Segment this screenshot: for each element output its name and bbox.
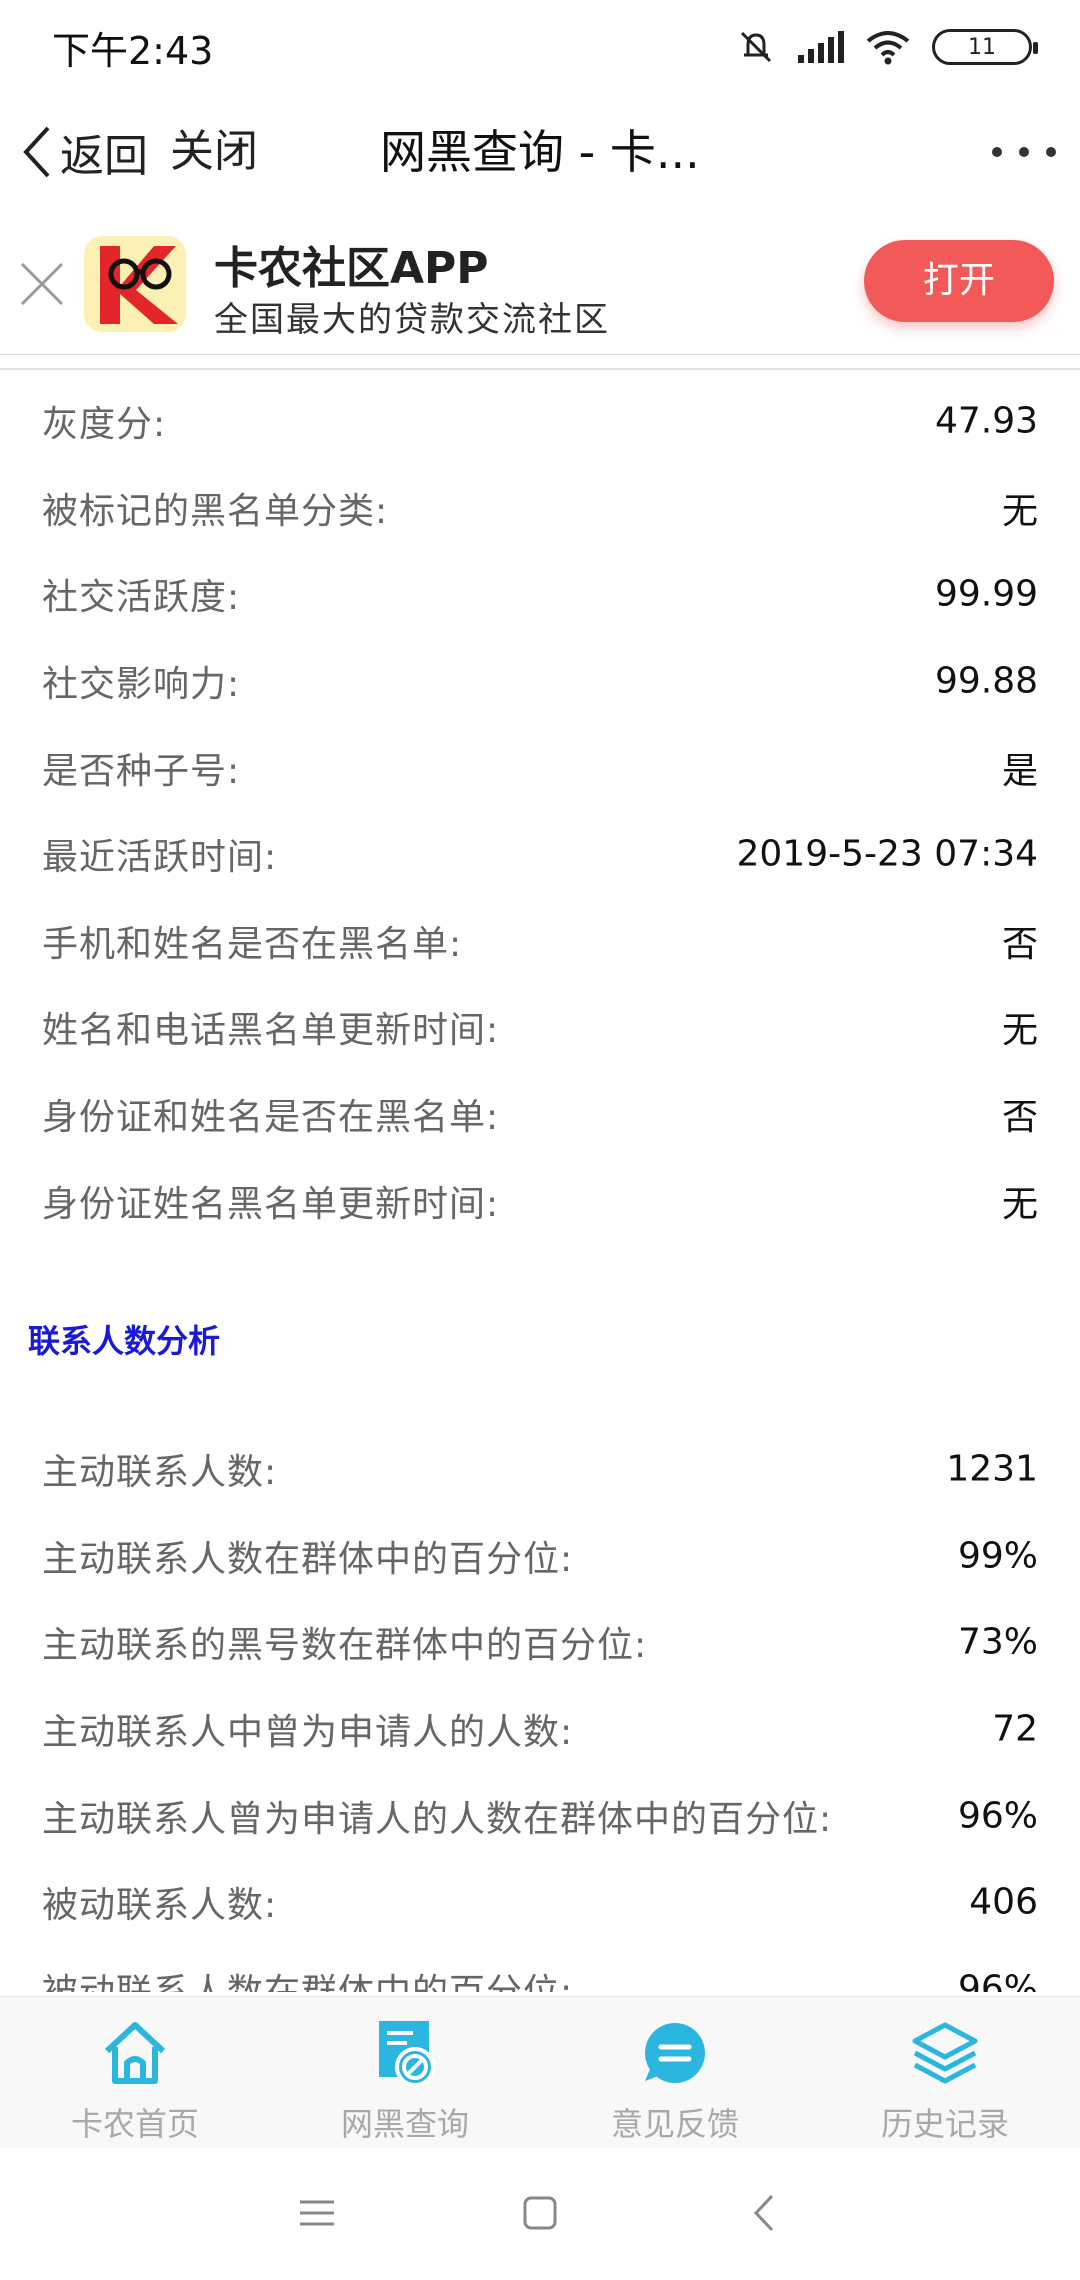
info-value: 406 [969,1881,1038,1923]
feedback-icon [645,2023,705,2083]
mute-icon [740,31,772,63]
nav-bar: 返回 关闭 网黑查询 - 卡... [0,92,1080,215]
app-banner: 卡农社区APP 全国最大的贷款交流社区 打开 [0,214,1080,355]
info-label: 被动联系人数在群体中的百分位: [42,1963,573,1992]
tab-label: 历史记录 [880,2105,1009,2143]
info-value: 1231 [946,1448,1038,1490]
info-value: 否 [1001,923,1038,965]
info-row: 是否种子号: 是 [0,724,1080,811]
signal-icon [798,31,844,63]
open-app-button[interactable]: 打开 [864,240,1054,322]
info-value: 99.88 [934,660,1038,702]
divider [0,368,1080,370]
bottom-tab-bar: 卡农首页 网黑查询 意见反馈 历史记录 [0,1996,1080,2149]
contact-list: 主动联系人数: 1231 主动联系人数在群体中的百分位: 99% 主动联系的黑号数在… [0,1426,1080,1992]
layers-icon [912,2022,978,2084]
info-label: 被标记的黑名单分类: [42,490,389,532]
info-label: 灰度分: [42,404,167,446]
wifi-icon [866,31,910,65]
info-row: 被标记的黑名单分类: 无 [0,465,1080,552]
tab-history[interactable]: 历史记录 [810,1997,1080,2149]
info-row: 主动联系人曾为申请人的人数在群体中的百分位: 96% [0,1772,1080,1859]
info-value: 2019-5-23 07:34 [736,833,1039,875]
info-row: 主动联系人中曾为申请人的人数: 72 [0,1686,1080,1773]
battery-indicator: 11 [932,29,1038,65]
tab-home[interactable]: 卡农首页 [0,1997,270,2149]
info-row: 被动联系人数: 406 [0,1859,1080,1946]
info-row: 手机和姓名是否在黑名单: 否 [0,898,1080,985]
info-row: 社交活跃度: 99.99 [0,551,1080,638]
section-title: 联系人数分析 [28,1322,221,1360]
info-row: 主动联系的黑号数在群体中的百分位: 73% [0,1599,1080,1686]
back-button[interactable]: 返回 [18,120,148,184]
info-value: 99% [957,1535,1038,1577]
info-label: 身份证姓名黑名单更新时间: [42,1183,500,1225]
dot-icon [992,147,1002,157]
info-label: 主动联系的黑号数在群体中的百分位: [42,1625,648,1667]
status-bar: 下午2:43 11 [0,0,1080,92]
info-row: 主动联系人数: 1231 [0,1426,1080,1513]
more-options-button[interactable] [992,132,1056,172]
home-icon [104,2022,166,2084]
info-label: 身份证和姓名是否在黑名单: [42,1097,500,1139]
info-row: 主动联系人数在群体中的百分位: 99% [0,1513,1080,1600]
tab-feedback[interactable]: 意见反馈 [540,1997,810,2149]
info-row: 社交影响力: 99.88 [0,638,1080,725]
info-value: 无 [1001,490,1038,532]
battery-level: 11 [968,34,996,60]
info-value: 99.99 [934,573,1038,615]
close-button[interactable]: 关闭 [170,120,258,184]
tab-label: 卡农首页 [70,2105,199,2143]
info-label: 主动联系人中曾为申请人的人数: [42,1712,574,1754]
app-name: 卡农社区APP [214,243,489,294]
info-label: 是否种子号: [42,750,241,792]
menu-icon[interactable] [292,2188,342,2238]
info-label: 主动联系人曾为申请人的人数在群体中的百分位: [42,1798,833,1840]
dot-icon [1019,147,1029,157]
info-row: 最近活跃时间: 2019-5-23 07:34 [0,811,1080,898]
info-value: 否 [1001,1097,1038,1139]
chevron-left-icon [23,126,50,178]
info-list: 灰度分: 47.93 被标记的黑名单分类: 无 社交活跃度: 99.99 社交影响力:… [0,378,1080,1244]
close-icon[interactable] [16,258,68,310]
info-value: 无 [1001,1010,1038,1052]
back-label: 返回 [60,131,148,182]
info-label: 社交影响力: [42,664,241,706]
tab-label: 网黑查询 [340,2105,469,2143]
info-value: 是 [1001,750,1038,792]
info-value: 96% [957,1968,1038,1992]
dot-icon [1046,147,1056,157]
system-nav-bar [0,2148,1080,2280]
app-logo [84,236,186,332]
result-content[interactable]: 灰度分: 47.93 被标记的黑名单分类: 无 社交活跃度: 99.99 社交影响力:… [0,372,1080,1992]
info-label: 主动联系人数在群体中的百分位: [42,1538,574,1580]
info-value: 47.93 [934,400,1038,442]
info-label: 社交活跃度: [42,577,241,619]
info-value: 96% [957,1795,1038,1837]
info-label: 主动联系人数: [42,1452,278,1494]
info-value: 无 [1001,1183,1038,1225]
info-label: 最近活跃时间: [42,837,278,879]
info-row: 被动联系人数在群体中的百分位: 96% [0,1946,1080,1992]
tab-query[interactable]: 网黑查询 [270,1997,540,2149]
query-icon [379,2021,435,2087]
info-label: 被动联系人数: [42,1885,278,1927]
back-icon[interactable] [740,2188,790,2238]
info-label: 手机和姓名是否在黑名单: [42,923,463,965]
home-button-icon[interactable] [515,2188,565,2238]
app-description: 全国最大的贷款交流社区 [214,300,610,340]
status-icons: 11 [736,22,1038,72]
info-row: 姓名和电话黑名单更新时间: 无 [0,984,1080,1071]
info-row: 身份证姓名黑名单更新时间: 无 [0,1157,1080,1244]
info-row: 灰度分: 47.93 [0,378,1080,465]
info-value: 72 [992,1708,1038,1750]
info-label: 姓名和电话黑名单更新时间: [42,1010,500,1052]
page-title: 网黑查询 - 卡... [380,125,700,179]
tab-label: 意见反馈 [610,2105,739,2143]
status-time: 下午2:43 [52,29,214,73]
info-value: 73% [957,1621,1038,1663]
info-row: 身份证和姓名是否在黑名单: 否 [0,1071,1080,1158]
